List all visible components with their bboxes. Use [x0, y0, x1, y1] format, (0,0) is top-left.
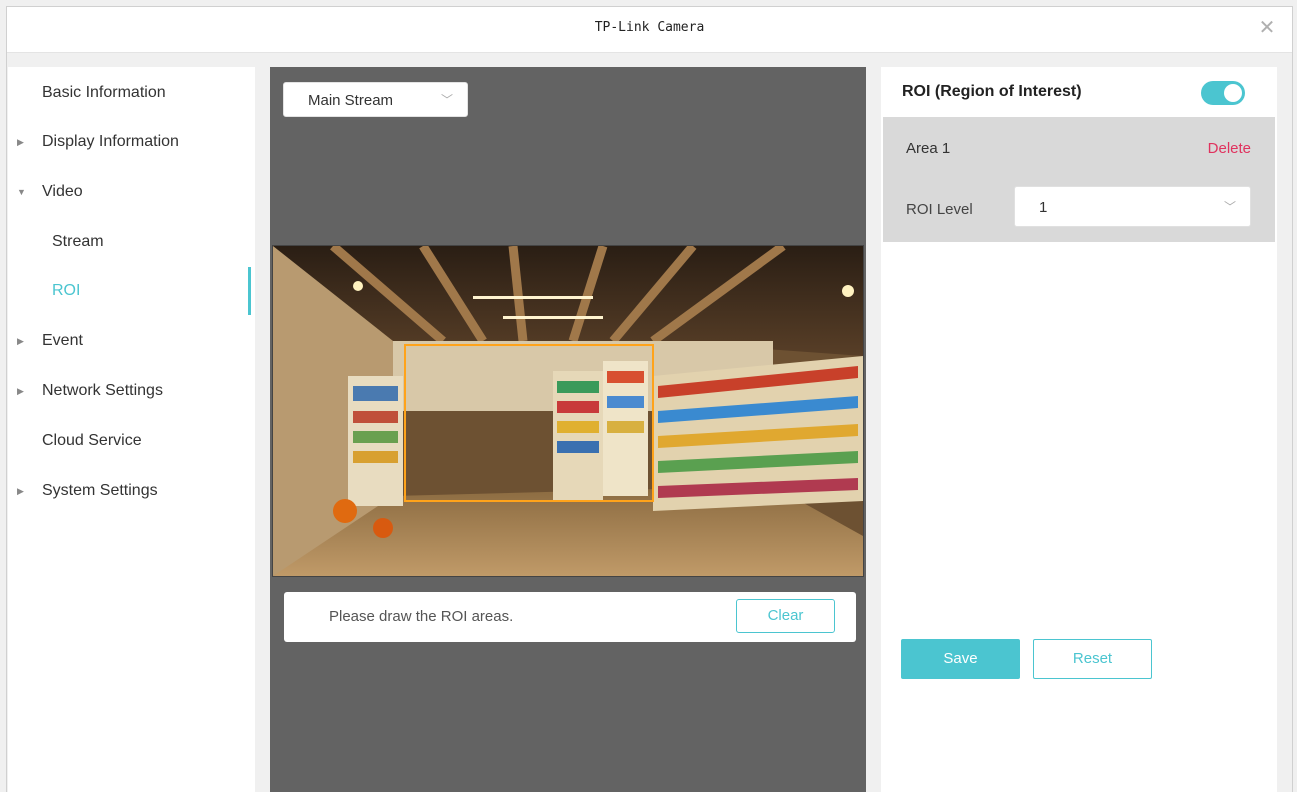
roi-level-value: 1 [1039, 199, 1048, 216]
sidebar-item-system-settings[interactable]: ▶ System Settings [8, 467, 249, 515]
stream-select[interactable]: Main Stream ﹀ [283, 82, 468, 117]
sidebar-item-roi[interactable]: ROI [8, 267, 251, 315]
sidebar-item-label: Event [42, 332, 83, 349]
roi-level-label: ROI Level [906, 201, 973, 218]
video-preview-panel: Main Stream ﹀ Please draw the ROI areas.… [270, 67, 866, 792]
camera-settings-window: TP-Link Camera ✕ Basic Information ▶ Dis… [6, 6, 1293, 792]
caret-right-icon: ▶ [17, 486, 24, 496]
sidebar-item-event[interactable]: ▶ Event [8, 317, 249, 365]
roi-panel-title: ROI (Region of Interest) [902, 83, 1082, 100]
sidebar-item-video[interactable]: ▼ Video [8, 168, 249, 216]
sidebar-item-label: Basic Information [42, 84, 166, 101]
caret-right-icon: ▶ [17, 386, 24, 396]
sidebar-nav: Basic Information ▶ Display Information … [8, 67, 255, 792]
roi-hint-text: Please draw the ROI areas. [329, 608, 514, 625]
toggle-knob [1224, 84, 1242, 102]
roi-area-card: Area 1 Delete ROI Level 1 ﹀ [883, 117, 1275, 242]
camera-live-view[interactable] [272, 245, 864, 577]
window-title: TP-Link Camera [594, 20, 705, 35]
caret-down-icon: ▼ [17, 187, 26, 197]
reset-button[interactable]: Reset [1033, 639, 1152, 679]
close-icon[interactable]: ✕ [1256, 17, 1278, 39]
roi-area-rectangle[interactable] [404, 344, 654, 502]
area-name: Area 1 [906, 140, 951, 157]
chevron-down-icon: ﹀ [1223, 200, 1236, 214]
title-bar: TP-Link Camera ✕ [7, 7, 1292, 53]
sidebar-item-display-information[interactable]: ▶ Display Information [8, 118, 249, 166]
sidebar-item-cloud-service[interactable]: Cloud Service [8, 417, 249, 465]
sidebar-item-label: Stream [52, 233, 104, 250]
sidebar-item-label: System Settings [42, 482, 158, 499]
roi-enable-toggle[interactable] [1201, 81, 1245, 105]
roi-level-select[interactable]: 1 ﹀ [1014, 186, 1251, 227]
roi-settings-panel: ROI (Region of Interest) Area 1 Delete R… [881, 67, 1277, 792]
caret-right-icon: ▶ [17, 137, 24, 147]
caret-right-icon: ▶ [17, 336, 24, 346]
sidebar-item-network-settings[interactable]: ▶ Network Settings [8, 367, 249, 415]
sidebar-item-label: Display Information [42, 133, 179, 150]
chevron-down-icon: ﹀ [440, 93, 453, 107]
sidebar-item-label: Network Settings [42, 382, 163, 399]
stream-select-value: Main Stream [308, 92, 394, 109]
sidebar-item-basic-information[interactable]: Basic Information [8, 69, 249, 117]
save-button[interactable]: Save [901, 639, 1020, 679]
sidebar-item-label: Video [42, 183, 83, 200]
sidebar-item-label: Cloud Service [42, 432, 142, 449]
clear-button[interactable]: Clear [736, 599, 835, 633]
delete-area-link[interactable]: Delete [1208, 140, 1251, 157]
sidebar-item-label: ROI [52, 282, 81, 299]
roi-hint-bar: Please draw the ROI areas. Clear [284, 592, 856, 642]
sidebar-item-stream[interactable]: Stream [8, 218, 249, 266]
